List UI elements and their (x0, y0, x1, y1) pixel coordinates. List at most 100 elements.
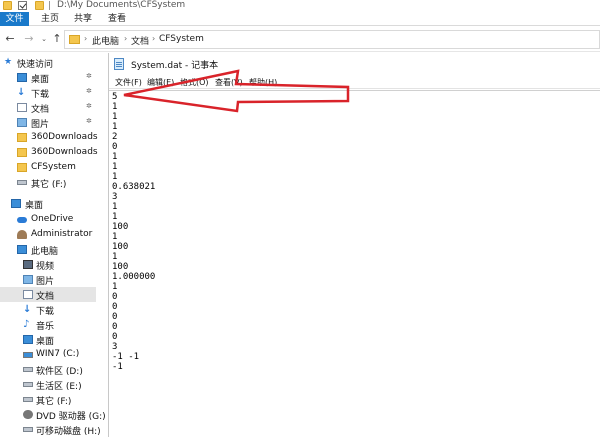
sidebar-item-this-pc[interactable]: 此电脑 (0, 242, 96, 257)
document-icon (17, 103, 27, 112)
dvd-icon (23, 410, 33, 419)
breadcrumb-cfsystem[interactable]: CFSystem (159, 34, 204, 44)
sidebar-item-drive-e[interactable]: 生活区 (E:) (0, 377, 96, 392)
sidebar-item-360downloads[interactable]: 360Downloads (0, 130, 98, 145)
computer-icon (17, 245, 27, 254)
video-icon (23, 260, 33, 269)
drive-icon (23, 397, 33, 402)
sidebar-item-administrator[interactable]: Administrator (0, 227, 96, 242)
sidebar-item-pictures-pc[interactable]: 图片 (0, 272, 96, 287)
chevron-right-icon[interactable]: › (124, 34, 127, 43)
breadcrumb-documents[interactable]: 文档 (131, 34, 149, 47)
tab-home[interactable]: 主页 (37, 12, 63, 26)
sidebar-item-drive-f[interactable]: 其它 (F:) (0, 392, 96, 407)
breadcrumb-this-pc[interactable]: 此电脑 (92, 34, 119, 47)
text-line: 0 (112, 142, 118, 152)
folder-icon (17, 163, 27, 172)
drive-icon (17, 180, 27, 185)
menu-edit[interactable]: 编辑(E) (147, 77, 174, 88)
text-line: 0.638021 (112, 182, 156, 192)
address-bar[interactable]: › 此电脑 › 文档 › CFSystem (64, 30, 600, 49)
text-line: 0 (112, 322, 118, 332)
forward-arrow-icon[interactable]: → (23, 33, 35, 45)
new-folder-icon[interactable] (35, 1, 44, 10)
pin-icon[interactable]: ✲ (86, 87, 92, 95)
menu-format[interactable]: 格式(O) (180, 77, 209, 88)
tab-share[interactable]: 共享 (70, 12, 96, 26)
drive-icon (23, 367, 33, 372)
pin-icon[interactable]: ✲ (86, 117, 92, 125)
text-line: 1 (112, 152, 118, 162)
sidebar-item-360downloads-2[interactable]: 360Downloads (0, 145, 98, 160)
sidebar-item-drive-d[interactable]: 软件区 (D:) (0, 362, 96, 377)
notepad-icon (114, 58, 124, 70)
menu-view[interactable]: 查看(V) (215, 77, 243, 88)
sidebar-item-desktop-root[interactable]: 桌面 (0, 196, 96, 211)
text-line: 0 (112, 312, 118, 322)
text-line: 1.000000 (112, 272, 156, 282)
picture-icon (17, 118, 27, 127)
text-line: 0 (112, 302, 118, 312)
sidebar-item-quick-access[interactable]: ★ 快速访问 (0, 55, 96, 71)
sidebar-item-videos[interactable]: 视频 (0, 257, 96, 272)
drive-icon (23, 382, 33, 387)
onedrive-icon (17, 217, 27, 223)
text-line: 0 (112, 332, 118, 342)
text-line: 1 (112, 202, 118, 212)
drive-icon (23, 427, 33, 432)
menu-help[interactable]: 帮助(H) (249, 77, 277, 88)
download-icon: ↓ (17, 87, 26, 98)
notepad-title: System.dat - 记事本 (131, 61, 219, 71)
recent-locations-chevron-icon[interactable]: ⌄ (38, 33, 50, 45)
ribbon-tabs: 文件 主页 共享 查看 (0, 12, 600, 26)
text-line: 1 (112, 112, 118, 122)
star-icon: ★ (4, 57, 13, 67)
document-icon (23, 290, 33, 299)
sidebar-item-drive-f-quick[interactable]: 其它 (F:) (0, 175, 96, 190)
text-line: -1 (112, 362, 123, 372)
chevron-right-icon[interactable]: › (152, 34, 155, 43)
folder-icon (3, 1, 12, 10)
download-icon: ↓ (23, 304, 32, 315)
sidebar-item-downloads[interactable]: ↓ 下载 ✲ (0, 85, 96, 100)
sidebar-item-documents[interactable]: 文档 ✲ (0, 100, 96, 115)
notepad-title-bar[interactable]: System.dat - 记事本 (109, 53, 600, 75)
folder-icon (17, 133, 27, 142)
sidebar-item-pictures[interactable]: 图片 ✲ (0, 115, 96, 130)
navigation-pane: ★ 快速访问 桌面 ✲ ↓ 下载 ✲ 文档 ✲ 图片 ✲ 360Download… (0, 53, 106, 437)
text-line: -1 -1 (112, 352, 140, 362)
sidebar-item-drive-c[interactable]: WIN7 (C:) (0, 347, 96, 362)
navigation-bar: ← → ⌄ ↑ › 此电脑 › 文档 › CFSystem (0, 27, 600, 52)
sidebar-item-onedrive[interactable]: OneDrive (0, 212, 96, 227)
pin-icon[interactable]: ✲ (86, 72, 92, 80)
tab-view[interactable]: 查看 (104, 12, 130, 26)
sidebar-item-drive-g[interactable]: DVD 驱动器 (G:) (0, 407, 106, 422)
sidebar-item-cfsystem[interactable]: CFSystem (0, 160, 96, 175)
text-line: 100 (112, 222, 129, 232)
sidebar-item-documents-pc[interactable]: 文档 (0, 287, 96, 302)
back-arrow-icon[interactable]: ← (4, 33, 16, 45)
music-icon: ♪ (23, 319, 30, 330)
chevron-right-icon[interactable]: › (84, 34, 87, 43)
notepad-menu-bar: 文件(F) 编辑(E) 格式(O) 查看(V) 帮助(H) (109, 75, 600, 89)
text-line: 5 (112, 92, 118, 102)
sidebar-item-music[interactable]: ♪ 音乐 (0, 317, 96, 333)
notepad-text-area[interactable]: 5 1 1 1 2 0 1 1 1 0.638021 3 1 1 100 1 100 1 100 1.000000 1… (109, 90, 600, 437)
user-icon (17, 230, 27, 239)
folder-icon (69, 35, 80, 44)
tab-file[interactable]: 文件 (0, 12, 29, 26)
folder-icon (17, 148, 27, 157)
up-arrow-icon[interactable]: ↑ (51, 33, 63, 45)
sidebar-item-drive-h[interactable]: 可移动磁盘 (H:) (0, 422, 101, 437)
text-line: 100 (112, 262, 129, 272)
sidebar-item-downloads-pc[interactable]: ↓ 下载 (0, 302, 96, 318)
menu-file[interactable]: 文件(F) (115, 77, 142, 88)
sidebar-item-desktop[interactable]: 桌面 ✲ (0, 70, 96, 85)
desktop-icon (11, 199, 21, 208)
desktop-icon (23, 335, 33, 344)
text-line: 1 (112, 252, 118, 262)
pin-icon[interactable]: ✲ (86, 102, 92, 110)
properties-checkbox-icon[interactable] (18, 1, 27, 10)
sidebar-item-desktop-pc[interactable]: 桌面 (0, 332, 96, 347)
text-line: 1 (112, 282, 118, 292)
